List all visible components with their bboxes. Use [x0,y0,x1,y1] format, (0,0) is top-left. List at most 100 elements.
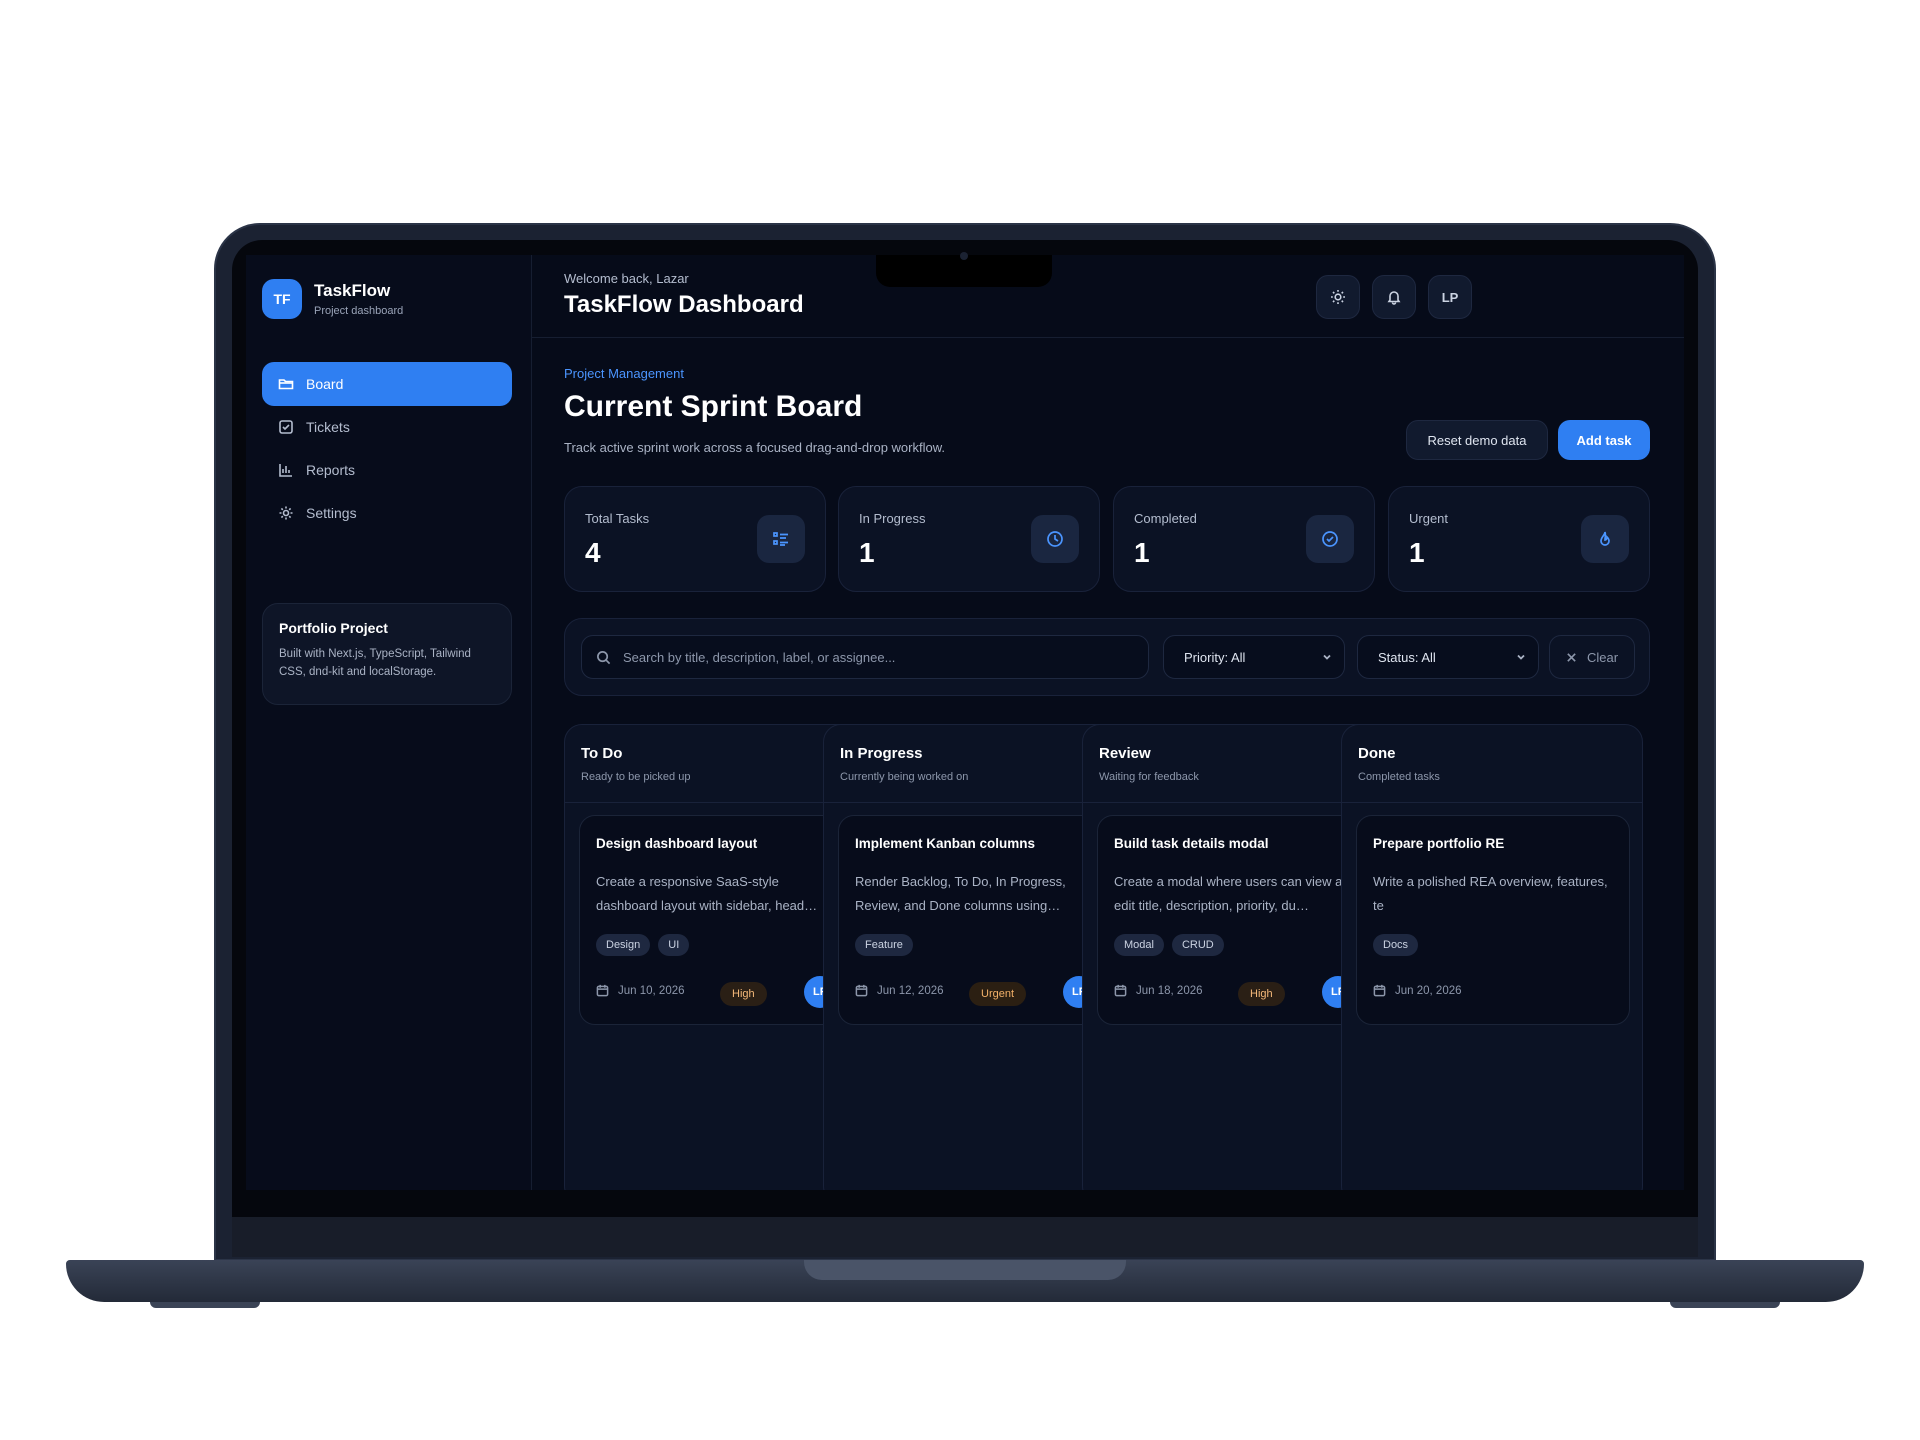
laptop-foot [1670,1302,1780,1308]
bar-chart-icon [279,464,292,477]
top-header: Welcome back, Lazar TaskFlow Dashboard L… [532,255,1684,338]
kanban-column: In Progress Currently being worked on 1 … [823,724,1125,1190]
section-eyebrow: Project Management [564,366,684,381]
column-subtitle: Completed tasks [1358,771,1440,783]
stat-card-total: Total Tasks 4 [564,486,826,592]
theme-toggle-button[interactable] [1316,275,1360,319]
column-subtitle: Ready to be picked up [581,771,691,783]
promo-card: Portfolio Project Built with Next.js, Ty… [262,603,512,705]
bell-icon [1387,291,1401,305]
task-card[interactable]: Implement Kanban columns Render Backlog,… [838,815,1112,1025]
task-due-date: Jun 18, 2026 [1114,984,1203,997]
stat-value: 1 [1134,537,1150,568]
logo: TF [262,279,302,319]
task-title: Implement Kanban columns [855,836,1036,851]
stat-value: 1 [1409,537,1425,568]
kanban-column: Review Waiting for feedback 1 Build task… [1082,724,1384,1190]
sidebar-item-board[interactable]: Board [262,362,512,406]
task-date-text: Jun 10, 2026 [618,984,685,997]
stat-label: In Progress [859,511,926,526]
stat-card-completed: Completed 1 [1113,486,1375,592]
checkbox-icon [279,420,293,434]
brand-name: TaskFlow [314,281,391,300]
task-tag: Design [596,934,651,956]
task-due-date: Jun 12, 2026 [855,984,944,997]
status-filter-select[interactable]: Status: All [1357,635,1539,679]
sidebar-item-tickets[interactable]: Tickets [262,405,512,449]
task-tags: Docs [1373,934,1419,956]
calendar-icon [596,984,609,997]
flame-icon [1581,515,1629,563]
column-title: In Progress [840,745,923,762]
clear-label: Clear [1586,649,1619,665]
column-header: To Do Ready to be picked up 1 [565,725,865,803]
search-box [581,635,1149,679]
task-description: Write a polished REA overview, features,… [1373,874,1608,913]
kanban-column: Done Completed tasks Prepare portfolio R… [1341,724,1643,1190]
chevron-down-icon [1323,654,1331,660]
sidebar: TF TaskFlow Project dashboard Board Tick… [246,255,532,1190]
notifications-button[interactable] [1372,275,1416,319]
page-subtitle: Track active sprint work across a focuse… [564,440,946,455]
task-card[interactable]: Build task details modal Create a modal … [1097,815,1371,1025]
stat-value: 4 [585,537,601,568]
priority-filter-select[interactable]: Priority: All [1163,635,1345,679]
task-title: Build task details modal [1114,836,1269,851]
chevron-down-icon [1517,654,1525,660]
calendar-icon [1114,984,1127,997]
sun-icon [1331,290,1345,304]
stat-value: 1 [859,537,875,568]
clock-icon [1031,515,1079,563]
promo-title: Portfolio Project [279,620,388,636]
page-title: Current Sprint Board [564,390,863,423]
calendar-icon [855,984,868,997]
task-description: Render Backlog, To Do, In Progress, Revi… [855,874,1066,913]
task-card[interactable]: Design dashboard layout Create a respons… [579,815,853,1025]
status-filter-value: Status: All [1378,649,1436,665]
add-task-button[interactable]: Add task [1558,420,1650,460]
stat-label: Completed [1134,511,1197,526]
sidebar-item-label: Tickets [306,419,350,435]
sidebar-item-settings[interactable]: Settings [262,491,512,535]
sidebar-item-label: Settings [306,505,357,521]
sidebar-item-reports[interactable]: Reports [262,448,512,492]
task-tag: Feature [855,934,913,956]
column-header: Done Completed tasks [1342,725,1642,803]
column-header: In Progress Currently being worked on 1 [824,725,1124,803]
laptop-mockup: TF TaskFlow Project dashboard Board Tick… [0,0,1920,1440]
search-icon [597,650,611,664]
task-tag: CRUD [1171,934,1224,956]
column-title: Done [1358,745,1396,762]
laptop-base-notch [804,1260,1126,1280]
promo-body: Built with Next.js, TypeScript, Tailwind… [279,648,471,678]
task-tags: Design UI [596,934,690,956]
reset-demo-button[interactable]: Reset demo data [1406,420,1548,460]
priority-filter-value: Priority: All [1184,649,1246,665]
task-card[interactable]: Prepare portfolio RE Write a polished RE… [1356,815,1630,1025]
task-tags: Modal CRUD [1114,934,1224,956]
folder-icon [278,379,294,390]
check-circle-icon [1306,515,1354,563]
stat-card-urgent: Urgent 1 [1388,486,1650,592]
user-avatar-button[interactable]: LP [1428,275,1472,319]
column-header: Review Waiting for feedback 1 [1083,725,1383,803]
task-due-date: Jun 10, 2026 [596,984,685,997]
task-description: Create a modal where users can view and … [1114,874,1357,913]
column-subtitle: Waiting for feedback [1099,771,1199,783]
stat-label: Total Tasks [585,511,650,526]
column-title: Review [1099,745,1151,762]
column-title: To Do [581,745,623,762]
priority-badge: Urgent [969,982,1027,1006]
calendar-icon [1373,984,1386,997]
clear-filters-button[interactable]: Clear [1549,635,1635,679]
task-date-text: Jun 20, 2026 [1395,984,1462,997]
filter-bar: Priority: All Status: All Clear [564,618,1650,696]
priority-badge: High [1238,982,1285,1006]
sidebar-item-label: Reports [306,462,356,478]
kanban-column: To Do Ready to be picked up 1 Design das… [564,724,866,1190]
list-icon [757,515,805,563]
stat-card-in-progress: In Progress 1 [838,486,1100,592]
task-title: Prepare portfolio RE [1373,836,1505,851]
search-input[interactable] [623,649,1123,665]
stat-label: Urgent [1409,511,1449,526]
